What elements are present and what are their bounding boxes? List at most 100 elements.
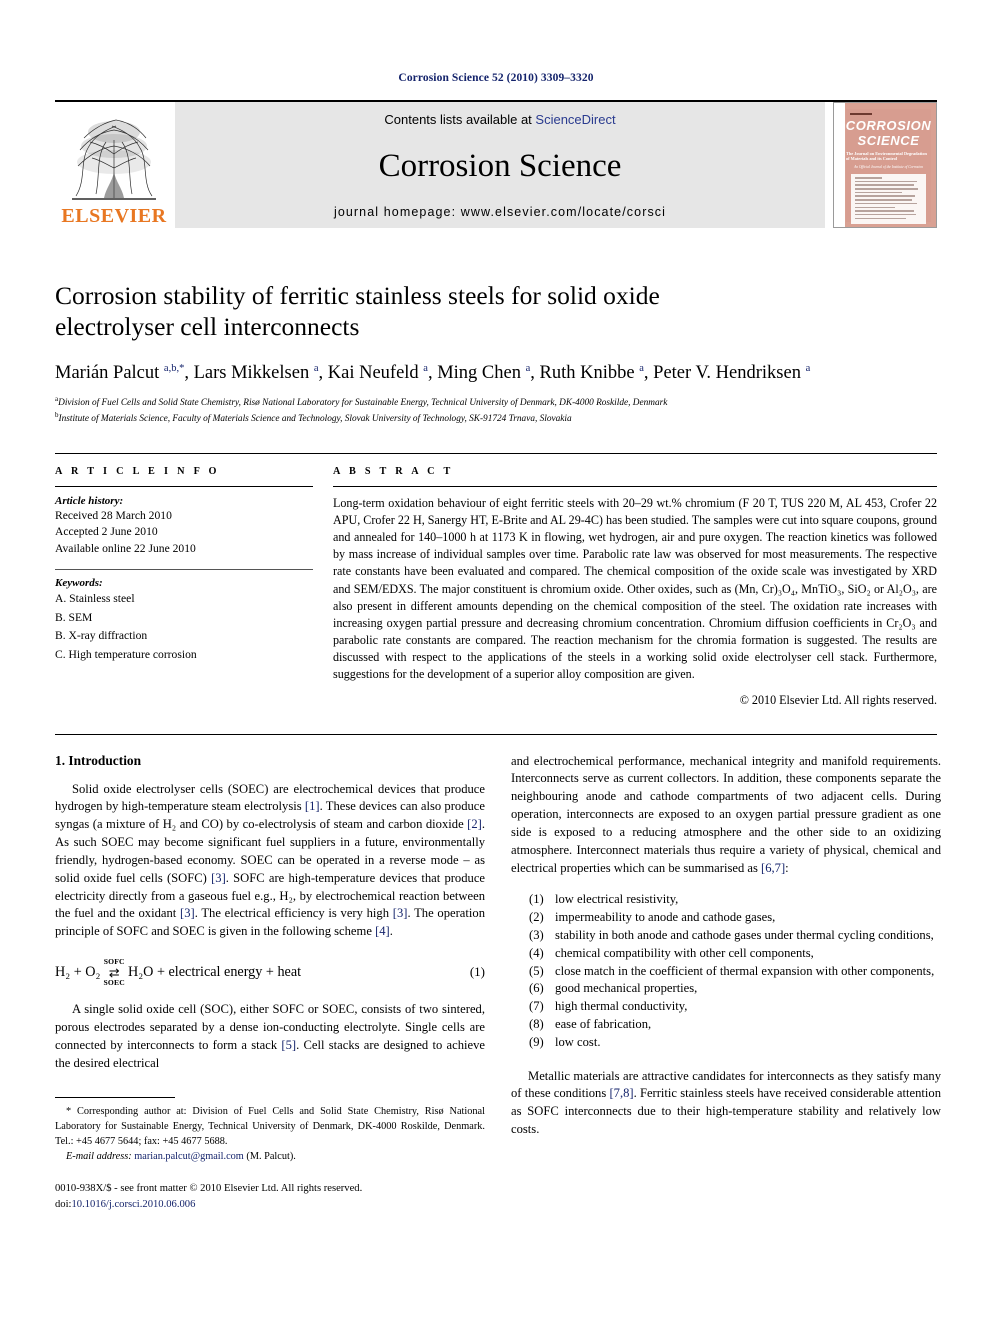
- keyword-item: B. X-ray diffraction: [55, 629, 148, 643]
- list-item-number: (9): [529, 1034, 544, 1049]
- cover-photo-box: [850, 113, 872, 115]
- body-columns: 1. Introduction Solid oxide electrolyser…: [55, 733, 941, 1213]
- citation-ref[interactable]: [2]: [467, 817, 482, 831]
- elsevier-wordmark: ELSEVIER: [61, 205, 167, 227]
- email-label: E-mail address:: [66, 1150, 132, 1162]
- citation-ref[interactable]: [7,8]: [609, 1086, 633, 1100]
- history-received: Received 28 March 2010: [55, 508, 172, 522]
- list-item: (6) good mechanical properties,: [529, 980, 941, 998]
- cover-subtitle: The Journal on Environmental Degradation…: [846, 151, 927, 161]
- info-abstract-row: A R T I C L E I N F O Article history: R…: [55, 452, 937, 708]
- list-item-text: ease of fabrication,: [555, 1017, 652, 1032]
- journal-masthead: ELSEVIER Contents lists available at Sci…: [55, 100, 937, 228]
- sciencedirect-link[interactable]: ScienceDirect: [535, 112, 615, 127]
- cover-subtitle-2: An Official Journal of the Institute of …: [854, 165, 923, 169]
- doi-line: doi:10.1016/j.corsci.2010.06.006: [55, 1197, 485, 1213]
- contents-prefix: Contents lists available at: [384, 112, 536, 127]
- citation-ref[interactable]: [5]: [281, 1038, 296, 1052]
- citation-ref[interactable]: [3]: [393, 906, 408, 920]
- equation-1: H₂ + O₂ SOFC ⇄ SOEC H₂O + electrical ene…: [55, 958, 485, 986]
- equation-left: H₂ + O₂: [55, 963, 101, 980]
- list-item-number: (2): [529, 910, 544, 925]
- article-history-label: Article history:: [55, 494, 124, 507]
- list-item-number: (6): [529, 981, 544, 996]
- list-item-text: low electrical resistivity,: [555, 892, 679, 907]
- citation-ref[interactable]: [3]: [180, 906, 195, 920]
- list-item-text: chemical compatibility with other cell c…: [555, 945, 814, 960]
- body-column-left: 1. Introduction Solid oxide electrolyser…: [55, 753, 485, 1213]
- article-info-column: A R T I C L E I N F O Article history: R…: [55, 466, 313, 708]
- journal-cover-thumbnail: CORROSION SCIENCE The Journal on Environ…: [833, 102, 937, 228]
- section-title-introduction: 1. Introduction: [55, 752, 142, 768]
- history-online: Available online 22 June 2010: [55, 542, 196, 556]
- paper-page: Corrosion Science 52 (2010) 3309–3320 EL…: [0, 0, 992, 1323]
- journal-banner: Contents lists available at ScienceDirec…: [175, 102, 825, 228]
- footnote-divider: [55, 1097, 175, 1099]
- affiliation-b: bInstitute of Materials Science, Faculty…: [55, 411, 572, 425]
- email-note: E-mail address: marian.palcut@gmail.com …: [55, 1150, 485, 1165]
- list-item: (9) low cost.: [529, 1034, 941, 1052]
- arrow-bottom-label: SOEC: [103, 977, 125, 987]
- doi-link[interactable]: 10.1016/j.corsci.2010.06.006: [71, 1199, 195, 1210]
- corresponding-author-note: * Corresponding author at: Division of F…: [55, 1106, 485, 1148]
- article-info-heading: A R T I C L E I N F O: [55, 465, 220, 477]
- paragraph: A single solid oxide cell (SOC), either …: [55, 1002, 485, 1070]
- author-list: Marián Palcut a,b,*, Lars Mikkelsen a, K…: [55, 362, 811, 383]
- list-item-number: (4): [529, 945, 544, 960]
- equation-body: H₂ + O₂ SOFC ⇄ SOEC H₂O + electrical ene…: [55, 958, 470, 986]
- contents-lists-line: Contents lists available at ScienceDirec…: [384, 112, 615, 127]
- abstract-text: Long-term oxidation behaviour of eight f…: [333, 495, 937, 682]
- elsevier-logo: ELSEVIER: [55, 102, 173, 228]
- abstract-heading: A B S T R A C T: [333, 465, 454, 477]
- email-link[interactable]: marian.palcut@gmail.com: [134, 1151, 244, 1162]
- cover-title-line1: CORROSION: [845, 118, 932, 133]
- journal-title: Corrosion Science: [378, 147, 622, 184]
- affiliation-a: aDivision of Fuel Cells and Solid State …: [55, 394, 668, 408]
- list-item-text: good mechanical properties,: [555, 981, 698, 996]
- list-item: (2) impermeability to anode and cathode g…: [529, 909, 941, 927]
- divider: [55, 568, 313, 570]
- journal-homepage-link[interactable]: journal homepage: www.elsevier.com/locat…: [334, 205, 666, 219]
- doi-label: doi:: [55, 1198, 72, 1210]
- paragraph: Solid oxide electrolyser cells (SOEC) ar…: [55, 781, 486, 939]
- email-suffix: (M. Palcut).: [246, 1150, 296, 1162]
- cover-spine: [834, 103, 845, 227]
- citation-ref[interactable]: [1]: [305, 799, 320, 813]
- keywords-label: Keywords:: [55, 576, 103, 589]
- list-item-number: (3): [529, 927, 544, 942]
- list-item-text: impermeability to anode and cathode gase…: [555, 910, 776, 925]
- list-item-text: close match in the coefficient of therma…: [555, 963, 935, 978]
- citation-ref[interactable]: [6,7]: [761, 861, 785, 875]
- keyword-item: A. Stainless steel: [55, 591, 135, 605]
- equation-right: H₂O + electrical energy + heat: [127, 963, 302, 980]
- list-item-number: (8): [529, 1017, 544, 1032]
- cover-artwork: CORROSION SCIENCE The Journal on Environ…: [845, 109, 932, 225]
- list-item-text: low cost.: [555, 1034, 601, 1049]
- history-accepted: Accepted 2 June 2010: [55, 525, 158, 539]
- title-block: Corrosion stability of ferritic stainles…: [55, 280, 937, 427]
- running-head: Corrosion Science 52 (2010) 3309–3320: [398, 72, 594, 84]
- page-title: Corrosion stability of ferritic stainles…: [55, 281, 660, 342]
- paragraph: and electrochemical performance, mechani…: [511, 753, 941, 875]
- issn-line: 0010-938X/$ - see front matter © 2010 El…: [55, 1182, 363, 1194]
- abstract-copyright: © 2010 Elsevier Ltd. All rights reserved…: [739, 692, 937, 707]
- requirements-list: (1) low electrical resistivity, (2) imperm…: [511, 891, 941, 1051]
- citation-ref[interactable]: [3]: [211, 871, 226, 885]
- list-item: (3) stability in both anode and cathode g…: [529, 927, 941, 945]
- elsevier-tree-icon: [66, 110, 162, 205]
- list-item-text: high thermal conductivity,: [555, 999, 688, 1014]
- cover-contents-panel: [851, 174, 926, 225]
- list-item: (5) close match in the coefficient of the…: [529, 963, 941, 981]
- divider: [333, 485, 937, 487]
- list-item: (8) ease of fabrication,: [529, 1016, 941, 1034]
- cover-title-line2: SCIENCE: [857, 133, 920, 148]
- list-item-text: stability in both anode and cathode gase…: [555, 927, 934, 942]
- keyword-item: C. High temperature corrosion: [55, 648, 197, 662]
- list-item-number: (7): [529, 999, 544, 1014]
- list-item: (4) chemical compatibility with other cel…: [529, 945, 941, 963]
- keyword-item: B. SEM: [55, 610, 93, 624]
- body-column-right: and electrochemical performance, mechani…: [511, 753, 941, 1213]
- equilibrium-arrow: SOFC ⇄ SOEC: [103, 958, 124, 986]
- citation-ref[interactable]: [4]: [375, 924, 390, 938]
- affiliation-list: aDivision of Fuel Cells and Solid State …: [55, 394, 937, 427]
